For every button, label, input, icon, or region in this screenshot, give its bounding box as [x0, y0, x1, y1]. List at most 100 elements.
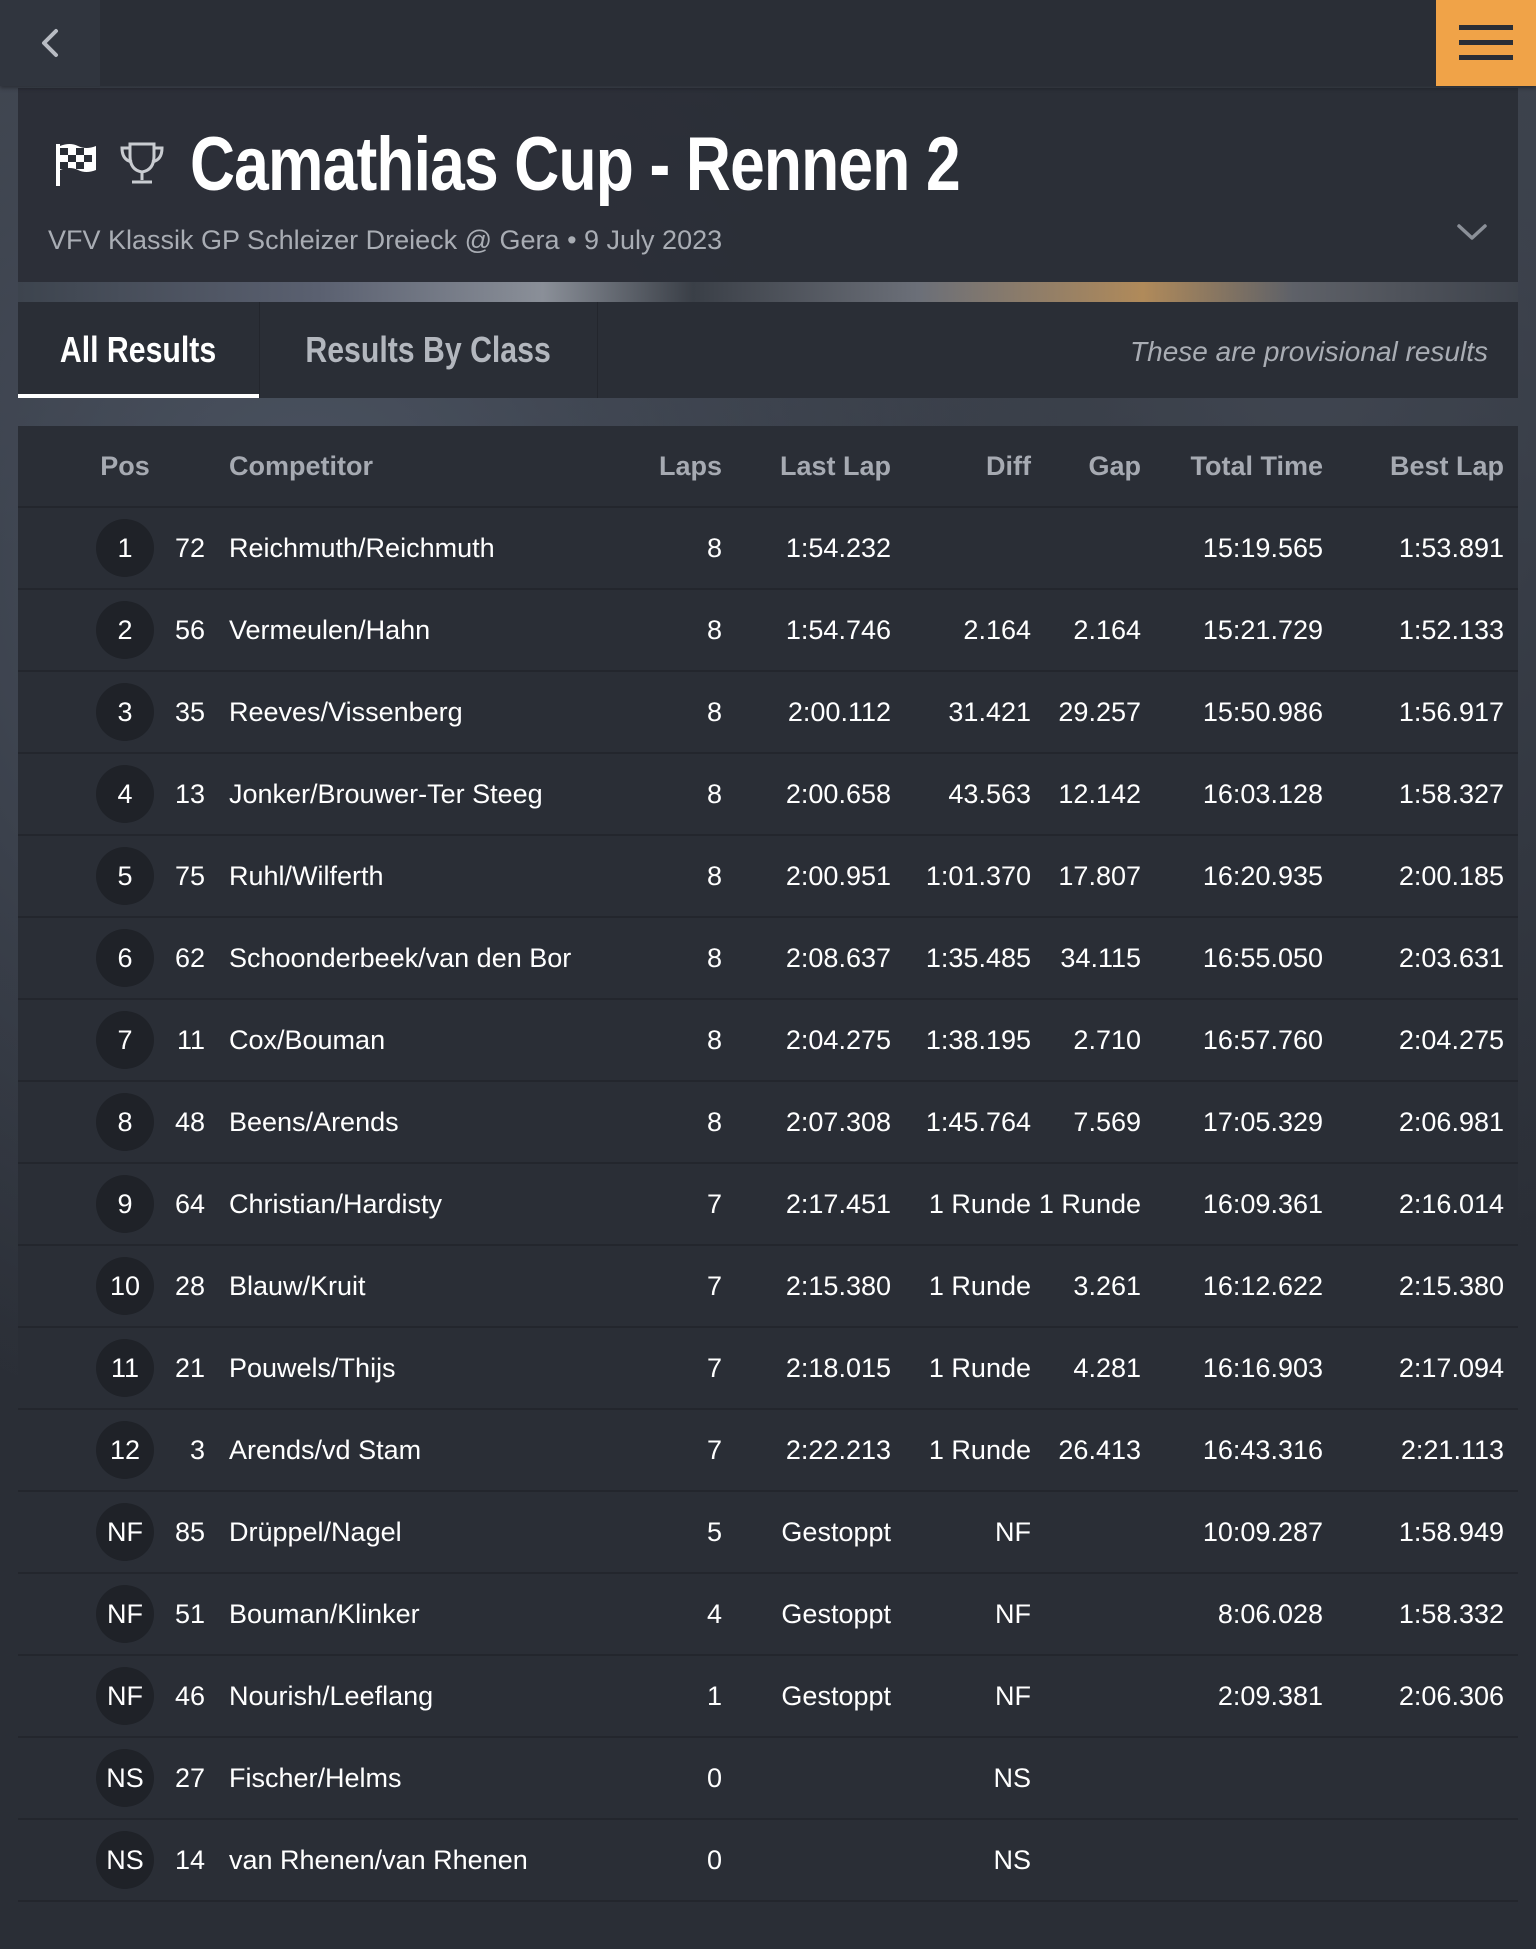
gap-value	[1031, 1492, 1141, 1572]
car-number: 21	[174, 1352, 205, 1383]
table-row[interactable]: 1 72 Reichmuth/Reichmuth 8 1:54.232 15:19.565…	[18, 508, 1518, 590]
position-badge: NF	[96, 1667, 154, 1725]
diff-value: 43.563	[948, 778, 1031, 809]
competitor-name[interactable]: Blauw/Kruit	[229, 1246, 609, 1326]
position-cell: 4	[95, 754, 155, 834]
laps-value: 7	[706, 1434, 722, 1465]
best-lap-value	[1328, 1820, 1504, 1900]
position-badge: 12	[96, 1421, 154, 1479]
tab-results-by-class[interactable]: Results By Class	[259, 302, 598, 398]
car-number: 85	[174, 1516, 205, 1547]
table-row[interactable]: NF 46 Nourish/Leeflang 1 Gestoppt NF 2:09.381 2…	[18, 1656, 1518, 1738]
position-badge: 1	[96, 519, 154, 577]
laps-value: 1	[706, 1680, 722, 1711]
table-row[interactable]: 12 3 Arends/vd Stam 7 2:22.213 1 Runde 26.413 1…	[18, 1410, 1518, 1492]
table-row[interactable]: 5 75 Ruhl/Wilferth 8 2:00.951 1:01.370 17.807 1…	[18, 836, 1518, 918]
table-body: 1 72 Reichmuth/Reichmuth 8 1:54.232 15:19.565…	[18, 508, 1518, 1902]
position-badge: NS	[96, 1831, 154, 1889]
gap-value: 17.807	[1058, 860, 1141, 891]
table-row[interactable]: NF 85 Drüppel/Nagel 5 Gestoppt NF 10:09.287 1:5…	[18, 1492, 1518, 1574]
position-cell: NS	[95, 1738, 155, 1818]
last-lap-value: 2:18.015	[785, 1352, 891, 1383]
competitor-name[interactable]: Bouman/Klinker	[229, 1574, 609, 1654]
position-badge: 2	[96, 601, 154, 659]
gap-value	[1031, 1656, 1141, 1736]
best-lap-value: 2:17.094	[1398, 1352, 1504, 1383]
table-row[interactable]: 4 13 Jonker/Brouwer-Ter Steeg 8 2:00.658 43.5…	[18, 754, 1518, 836]
best-lap-value: 1:58.332	[1398, 1598, 1504, 1629]
car-number: 56	[174, 614, 205, 645]
car-number: 35	[174, 696, 205, 727]
competitor-name[interactable]: Pouwels/Thijs	[229, 1328, 609, 1408]
competitor-name[interactable]: Christian/Hardisty	[229, 1164, 609, 1244]
competitor-name[interactable]: Jonker/Brouwer-Ter Steeg	[229, 754, 609, 834]
competitor-name[interactable]: Vermeulen/Hahn	[229, 590, 609, 670]
last-lap-value: 1:54.746	[785, 614, 891, 645]
position-badge: 5	[96, 847, 154, 905]
total-time-value: 16:16.903	[1202, 1352, 1323, 1383]
title-row: Camathias Cup - Rennen 2	[54, 114, 1129, 214]
gap-value	[1031, 508, 1141, 588]
laps-value: 7	[706, 1188, 722, 1219]
table-row[interactable]: NS 27 Fischer/Helms 0 NS	[18, 1738, 1518, 1820]
header-total-time: Total Time	[1190, 450, 1323, 481]
competitor-name[interactable]: Nourish/Leeflang	[229, 1656, 609, 1736]
position-badge: 4	[96, 765, 154, 823]
menu-button[interactable]	[1436, 0, 1536, 86]
table-row[interactable]: 8 48 Beens/Arends 8 2:07.308 1:45.764 7.569 17:…	[18, 1082, 1518, 1164]
competitor-name[interactable]: Cox/Bouman	[229, 1000, 609, 1080]
last-lap-value: Gestoppt	[781, 1598, 891, 1629]
active-tab-indicator	[18, 394, 259, 398]
diff-value: 1 Runde	[928, 1352, 1031, 1383]
competitor-name[interactable]: Reeves/Vissenberg	[229, 672, 609, 752]
position-cell: 2	[95, 590, 155, 670]
competitor-name[interactable]: Arends/vd Stam	[229, 1410, 609, 1490]
trophy-icon	[120, 142, 164, 184]
position-badge: 9	[96, 1175, 154, 1233]
table-row[interactable]: 11 21 Pouwels/Thijs 7 2:18.015 1 Runde 4.281 16…	[18, 1328, 1518, 1410]
best-lap-value: 1:58.327	[1398, 778, 1504, 809]
table-row[interactable]: 7 11 Cox/Bouman 8 2:04.275 1:38.195 2.710 16:57…	[18, 1000, 1518, 1082]
total-time-value: 10:09.287	[1202, 1516, 1323, 1547]
expand-header-button[interactable]	[1456, 222, 1488, 247]
position-badge: NS	[96, 1749, 154, 1807]
best-lap-value: 2:15.380	[1398, 1270, 1504, 1301]
car-number: 46	[174, 1680, 205, 1711]
total-time-value	[1148, 1820, 1323, 1900]
competitor-name[interactable]: Drüppel/Nagel	[229, 1492, 609, 1572]
best-lap-value: 1:56.917	[1398, 696, 1504, 727]
gap-value: 4.281	[1073, 1352, 1141, 1383]
header-laps: Laps	[658, 450, 722, 481]
competitor-name[interactable]: van Rhenen/van Rhenen	[229, 1820, 609, 1900]
competitor-name[interactable]: Fischer/Helms	[229, 1738, 609, 1818]
last-lap-value: 1:54.232	[785, 532, 891, 563]
gap-value	[1031, 1738, 1141, 1818]
position-cell: NF	[95, 1656, 155, 1736]
laps-value: 8	[706, 696, 722, 727]
best-lap-value: 2:06.981	[1398, 1106, 1504, 1137]
bottom-bar	[0, 1902, 1536, 1949]
table-row[interactable]: NF 51 Bouman/Klinker 4 Gestoppt NF 8:06.028 1:5…	[18, 1574, 1518, 1656]
competitor-name[interactable]: Ruhl/Wilferth	[229, 836, 609, 916]
table-row[interactable]: NS 14 van Rhenen/van Rhenen 0 NS	[18, 1820, 1518, 1902]
total-time-value: 8:06.028	[1217, 1598, 1323, 1629]
gap-value: 26.413	[1058, 1434, 1141, 1465]
results-tabs: All Results Results By Class These are p…	[18, 302, 1518, 398]
table-row[interactable]: 3 35 Reeves/Vissenberg 8 2:00.112 31.421 29.25…	[18, 672, 1518, 754]
table-row[interactable]: 10 28 Blauw/Kruit 7 2:15.380 1 Runde 3.261 16:1…	[18, 1246, 1518, 1328]
table-row[interactable]: 6 62 Schoonderbeek/van den Bor 8 2:08.637 1:3…	[18, 918, 1518, 1000]
competitor-name[interactable]: Beens/Arends	[229, 1082, 609, 1162]
laps-value: 0	[706, 1844, 722, 1875]
gap-value: 2.164	[1073, 614, 1141, 645]
competitor-name[interactable]: Schoonderbeek/van den Bor	[229, 918, 609, 998]
competitor-name[interactable]: Reichmuth/Reichmuth	[229, 508, 609, 588]
table-row[interactable]: 2 56 Vermeulen/Hahn 8 1:54.746 2.164 2.164 15:2…	[18, 590, 1518, 672]
hamburger-menu-icon	[1459, 25, 1513, 60]
laps-value: 7	[706, 1270, 722, 1301]
tab-all-results[interactable]: All Results	[18, 302, 259, 398]
back-button[interactable]	[0, 0, 100, 86]
gap-value: 7.569	[1073, 1106, 1141, 1137]
car-number: 51	[174, 1598, 205, 1629]
table-row[interactable]: 9 64 Christian/Hardisty 7 2:17.451 1 Runde 1 R…	[18, 1164, 1518, 1246]
total-time-value: 15:21.729	[1202, 614, 1323, 645]
